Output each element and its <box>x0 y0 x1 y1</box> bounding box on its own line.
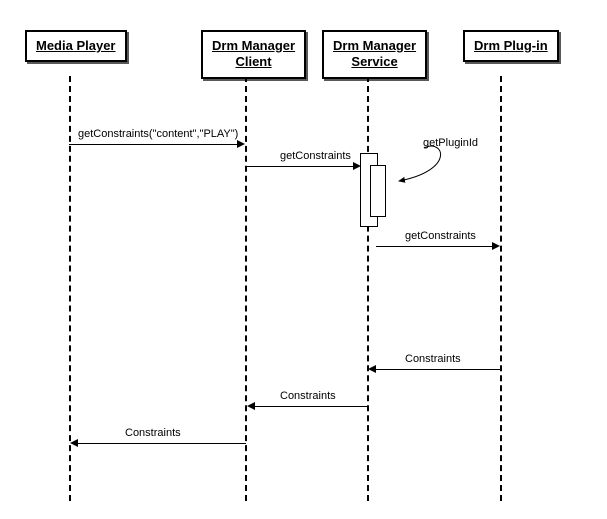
message-label: getConstraints <box>280 150 351 162</box>
lifeline-drm-client <box>245 76 247 501</box>
message-label: Constraints <box>405 353 461 365</box>
participant-media-player: Media Player <box>25 30 127 62</box>
arrow-line <box>375 369 500 370</box>
participant-label: Drm Manager Service <box>333 38 416 69</box>
participant-drm-service: Drm Manager Service <box>322 30 427 79</box>
participant-label: Drm Manager Client <box>212 38 295 69</box>
arrow-head-left-icon <box>247 402 255 410</box>
arrow-line <box>69 144 239 145</box>
arrow-head-left-icon <box>70 439 78 447</box>
participant-drm-plugin: Drm Plug-in <box>463 30 559 62</box>
participant-drm-client: Drm Manager Client <box>201 30 306 79</box>
message-label: getConstraints("content","PLAY") <box>78 128 238 140</box>
arrow-head-left-icon <box>368 365 376 373</box>
self-call-arrow-icon <box>384 140 464 200</box>
arrow-line <box>78 443 246 444</box>
message-label: getConstraints <box>405 230 476 242</box>
lifeline-drm-service <box>367 76 369 501</box>
message-label: Constraints <box>280 390 336 402</box>
arrow-line <box>246 166 356 167</box>
arrow-head-right-icon <box>237 140 245 148</box>
arrow-head-right-icon <box>492 242 500 250</box>
message-label: Constraints <box>125 427 181 439</box>
sequence-diagram: Media Player Drm Manager Client Drm Mana… <box>0 0 607 519</box>
lifeline-media-player <box>69 76 71 501</box>
arrow-line <box>376 246 494 247</box>
arrow-line <box>254 406 368 407</box>
arrow-head-right-icon <box>353 162 361 170</box>
participant-label: Drm Plug-in <box>474 38 548 53</box>
lifeline-drm-plugin <box>500 76 502 501</box>
participant-label: Media Player <box>36 38 116 53</box>
